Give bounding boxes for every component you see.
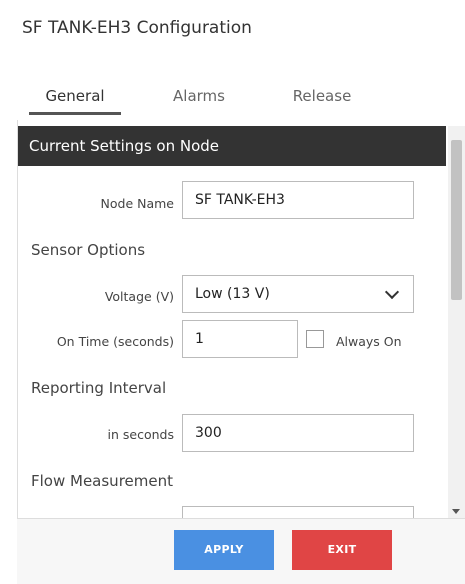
flow-measurement-heading: Flow Measurement (31, 472, 173, 490)
voltage-selected-value: Low (13 V) (195, 286, 270, 302)
tab-alarms[interactable]: Alarms (159, 84, 239, 112)
node-name-input[interactable]: SF TANK-EH3 (182, 181, 414, 219)
scrollbar-thumb[interactable] (451, 140, 462, 300)
flow-measurement-input[interactable] (182, 506, 414, 518)
interval-seconds-input[interactable]: 300 (182, 414, 414, 452)
on-time-input[interactable]: 1 (182, 320, 298, 358)
voltage-label: Voltage (V) (104, 289, 174, 304)
tab-release[interactable]: Release (282, 84, 362, 112)
exit-button[interactable]: EXIT (292, 530, 392, 570)
voltage-select[interactable]: Low (13 V) (182, 275, 414, 313)
always-on-checkbox[interactable] (306, 330, 324, 348)
dialog-title: SF TANK-EH3 Configuration (22, 18, 252, 38)
tab-bar: General Alarms Release (17, 80, 465, 116)
always-on-label: Always On (336, 334, 402, 349)
sensor-options-heading: Sensor Options (31, 241, 146, 259)
settings-panel: Current Settings on Node Node Name SF TA… (17, 120, 448, 518)
reporting-interval-heading: Reporting Interval (31, 379, 167, 397)
panel-header: Current Settings on Node (18, 126, 446, 166)
node-name-label: Node Name (100, 196, 174, 211)
interval-seconds-label: in seconds (107, 427, 174, 442)
chevron-down-icon (384, 284, 400, 300)
tab-general[interactable]: General (29, 84, 121, 115)
apply-button[interactable]: APPLY (174, 530, 274, 570)
on-time-label: On Time (seconds) (56, 334, 174, 349)
panel-scrollbar[interactable] (448, 126, 465, 518)
configuration-dialog: SF TANK-EH3 Configuration General Alarms… (0, 0, 465, 584)
dialog-footer: APPLY EXIT (17, 518, 465, 584)
scroll-down-arrow-icon[interactable] (452, 509, 460, 514)
